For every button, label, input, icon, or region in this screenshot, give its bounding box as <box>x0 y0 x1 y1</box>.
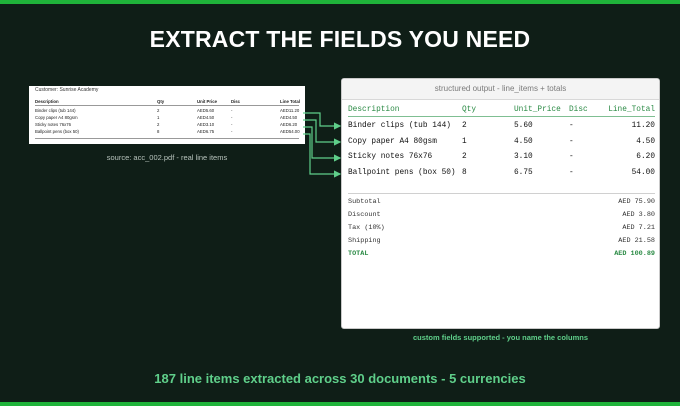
shipping-value: AED 21.58 <box>618 237 655 245</box>
tax-row: Tax (10%) AED 7.21 <box>348 222 655 235</box>
total-value: AED 100.89 <box>614 250 655 258</box>
header-qty: Qty <box>462 106 477 114</box>
table-row: Binder clips (tub 144) 2 5.60 - 11.20 <box>348 119 655 135</box>
cell-disc: - <box>569 137 574 146</box>
cell-disc: - <box>569 168 574 177</box>
cell-qty: 2 <box>462 122 467 130</box>
table-row: Sticky notes 76x76 2 3.10 - 6.20 <box>348 150 655 166</box>
line-items-table: Description Qty Unit_Price Disc Line_Tot… <box>348 103 655 181</box>
total-row: TOTAL AED 100.89 <box>348 248 655 261</box>
cell-unit-price: 6.75 <box>514 168 533 177</box>
footer-summary: 187 line items extracted across 30 docum… <box>154 371 526 386</box>
cell-line-total: 11.20 <box>631 122 655 130</box>
subtotal-label: Subtotal <box>348 198 381 206</box>
cell-description: Ballpoint pens (box 50) <box>348 168 456 177</box>
cell-description: Copy paper A4 80gsm <box>348 137 437 146</box>
cell-description: Binder clips (tub 144) <box>348 122 451 130</box>
cell-qty: 8 <box>462 168 467 177</box>
arrow-icon <box>303 133 342 178</box>
subtotal-value: AED 75.90 <box>618 198 655 206</box>
discount-label: Discount <box>348 211 381 219</box>
cell-qty: 2 <box>462 153 467 161</box>
table-row: Copy paper A4 80gsm 1 4.50 - 4.50 <box>348 135 655 151</box>
structured-output-panel: structured output - line_items + totals … <box>341 78 660 329</box>
cell-disc: - <box>569 153 574 161</box>
cell-description: Sticky notes 76x76 <box>348 153 433 161</box>
shipping-row: Shipping AED 21.58 <box>348 235 655 248</box>
cell-unit-price: 3.10 <box>514 153 533 161</box>
cell-unit-price: 4.50 <box>514 137 533 146</box>
cell-unit-price: 5.60 <box>514 122 533 130</box>
table-header-row: Description Qty Unit_Price Disc Line_Tot… <box>348 103 655 117</box>
tax-value: AED 7.21 <box>622 224 655 232</box>
cell-line-total: 54.00 <box>631 168 655 177</box>
cell-qty: 1 <box>462 137 467 146</box>
totals-section: Subtotal AED 75.90 Discount AED 3.80 Tax… <box>348 193 655 261</box>
cell-line-total: 4.50 <box>636 137 655 146</box>
header-disc: Disc <box>569 106 588 114</box>
shipping-label: Shipping <box>348 237 381 245</box>
panel-caption: custom fields supported - you name the c… <box>412 333 589 342</box>
header-line-total: Line_Total <box>608 106 655 114</box>
header-unit-price: Unit_Price <box>514 106 561 114</box>
cell-line-total: 6.20 <box>636 153 655 161</box>
arrow-icon <box>303 119 342 146</box>
total-label: TOTAL <box>348 250 369 258</box>
cell-disc: - <box>569 122 574 130</box>
tax-label: Tax (10%) <box>348 224 385 232</box>
subtotal-row: Subtotal AED 75.90 <box>348 196 655 209</box>
discount-row: Discount AED 3.80 <box>348 209 655 222</box>
header-description: Description <box>348 106 400 114</box>
discount-value: AED 3.80 <box>622 211 655 219</box>
table-row: Ballpoint pens (box 50) 8 6.75 - 54.00 <box>348 166 655 182</box>
panel-title: structured output - line_items + totals <box>342 79 659 100</box>
